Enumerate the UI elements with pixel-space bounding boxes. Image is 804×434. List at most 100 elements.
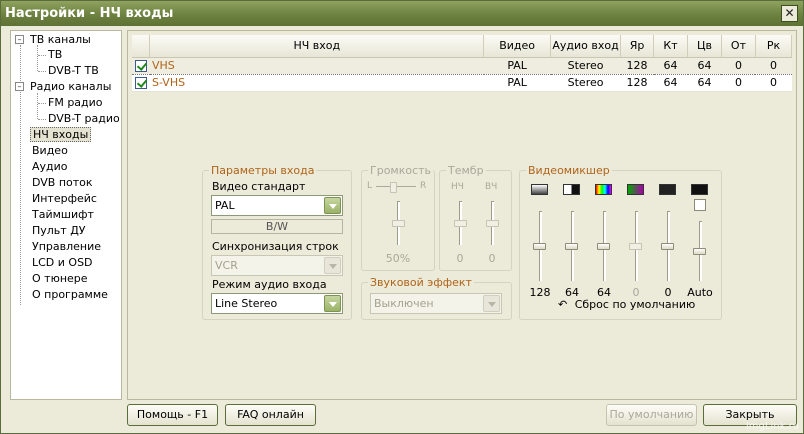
timbre-high-label: ВЧ: [485, 182, 498, 192]
video-std-select[interactable]: PAL: [211, 195, 343, 216]
column-header-contrast[interactable]: Кт: [653, 35, 688, 58]
volume-title: Громкость: [368, 164, 434, 177]
volume-slider-thumb[interactable]: [392, 220, 405, 227]
hue-icon: [627, 184, 644, 195]
input-params-group: Параметры входа Видео стандарт PAL B/W С…: [202, 164, 352, 320]
cell-hue: 0: [721, 74, 756, 92]
saturation-icon: [595, 184, 612, 195]
mixer-slider-thumb[interactable]: [661, 243, 674, 250]
low-value: 0: [456, 252, 464, 265]
reset-defaults-link[interactable]: ↶ Сброс по умолчанию: [558, 298, 695, 311]
volume-value: 50%: [385, 252, 411, 265]
high-value: 0: [488, 252, 496, 265]
tree-item-fm-radio[interactable]: FM радио: [48, 95, 103, 111]
cell-brightness: 128: [620, 74, 654, 92]
mixer-slider-thumb[interactable]: [693, 248, 706, 255]
timbre-title: Тембр: [446, 164, 486, 177]
tree-item-lcd-osd[interactable]: LCD и OSD: [32, 255, 93, 271]
audio-mode-value: Line Stereo: [215, 297, 278, 310]
help-button[interactable]: Помощь - F1: [127, 404, 218, 426]
timbre-group: Тембр НЧ ВЧ 0 0: [439, 164, 512, 271]
column-header-brightness[interactable]: Яр: [620, 35, 655, 58]
mixer-slider-thumb[interactable]: [565, 243, 578, 250]
table-header: НЧ вход Видео Аудио вход Яр Кт Цв От Рк: [132, 35, 793, 58]
audio-mode-select[interactable]: Line Stereo: [211, 293, 343, 314]
bw-toggle[interactable]: B/W: [211, 219, 343, 234]
tree-item-audio[interactable]: Аудио: [32, 159, 68, 175]
settings-window: Настройки - НЧ входы ✕ – ТВ каналы ТВ DV…: [0, 0, 804, 434]
balance-slider-thumb[interactable]: [390, 182, 397, 193]
auto-icon: [691, 184, 708, 195]
auto-checkbox[interactable]: [694, 199, 706, 211]
sound-effect-group: Звуковой эффект Выключен: [361, 276, 512, 320]
tree-item-radio-channels[interactable]: – Радио каналы: [15, 79, 111, 95]
high-slider-thumb[interactable]: [486, 220, 499, 227]
column-header-input[interactable]: НЧ вход: [149, 35, 485, 58]
tree-item-about-program[interactable]: О программе: [32, 287, 108, 303]
mixer-value: 128: [529, 286, 551, 299]
tree-item-dvb-stream[interactable]: DVB поток: [32, 175, 93, 191]
column-header-video[interactable]: Видео: [483, 35, 552, 58]
brightness-icon: [531, 184, 548, 195]
settings-tree: – ТВ каналы ТВ DVB-T ТВ – Радио каналы F…: [10, 30, 122, 400]
low-slider-thumb[interactable]: [454, 220, 467, 227]
video-std-value: PAL: [215, 199, 235, 212]
mixer-slider-thumb[interactable]: [629, 243, 642, 250]
video-std-label: Видео стандарт: [212, 180, 306, 193]
tree-guide-line: [37, 45, 38, 71]
tree-item-lf-inputs[interactable]: НЧ входы: [30, 127, 92, 143]
cell-hue: 0: [721, 56, 756, 75]
sync-label: Синхронизация строк: [212, 240, 339, 253]
close-icon[interactable]: ✕: [781, 5, 798, 22]
tree-item-dvbt-tv[interactable]: DVB-T ТВ: [48, 63, 99, 79]
table-row[interactable]: VHS PAL Stereo 128 64 64 0 0: [132, 56, 792, 75]
watermark: ImgLink.ru: [745, 421, 799, 432]
tree-branch: [38, 71, 46, 72]
sync-value: VCR: [215, 259, 238, 272]
tree-guide-line: [37, 93, 38, 119]
audio-mode-label: Режим аудио входа: [212, 278, 327, 291]
mixer-slider-thumb[interactable]: [533, 243, 546, 250]
tree-item-remote[interactable]: Пульт ДУ: [32, 223, 86, 239]
tree-item-dvbt-radio[interactable]: DVB-T радио: [48, 111, 120, 127]
column-header-color[interactable]: Цв: [687, 35, 722, 58]
chevron-down-icon[interactable]: [483, 295, 500, 312]
reset-defaults-label: Сброс по умолчанию: [574, 298, 696, 311]
tree-item-tv[interactable]: ТВ: [48, 47, 62, 63]
cell-sharpness: 0: [755, 74, 792, 92]
collapse-icon[interactable]: –: [15, 35, 24, 44]
enable-checkbox[interactable]: [134, 77, 147, 89]
tree-item-tv-channels[interactable]: – ТВ каналы: [15, 32, 91, 48]
title-bar[interactable]: Настройки - НЧ входы ✕: [1, 1, 803, 26]
cell-video: PAL: [483, 56, 551, 75]
chevron-down-icon[interactable]: [324, 197, 341, 214]
sound-effect-value: Выключен: [374, 297, 434, 310]
tree-item-about-tuner[interactable]: О тюнере: [32, 271, 88, 287]
settings-panel: НЧ вход Видео Аудио вход Яр Кт Цв От Рк …: [127, 30, 797, 400]
sound-effect-select[interactable]: Выключен: [370, 293, 502, 314]
column-header-audio[interactable]: Аудио вход: [550, 35, 622, 58]
chevron-down-icon[interactable]: [324, 295, 341, 312]
chevron-down-icon[interactable]: [324, 257, 341, 274]
input-params-title: Параметры входа: [209, 164, 317, 177]
table-row[interactable]: S-VHS PAL Stereo 128 64 64 0 0: [132, 74, 792, 92]
mixer-slider-thumb[interactable]: [597, 243, 610, 250]
input-name: S-VHS: [149, 74, 484, 92]
tree-item-control[interactable]: Управление: [32, 239, 101, 255]
tree-item-interface[interactable]: Интерфейс: [32, 191, 97, 207]
faq-button[interactable]: FAQ онлайн: [225, 404, 316, 426]
tree-branch: [38, 103, 46, 104]
cell-brightness: 128: [620, 56, 654, 75]
tree-item-video[interactable]: Видео: [32, 143, 68, 159]
volume-group: Громкость L R 50%: [361, 164, 435, 271]
column-header-sharpness[interactable]: Рк: [755, 35, 793, 58]
sync-select[interactable]: VCR: [211, 255, 343, 276]
enable-checkbox[interactable]: [134, 60, 147, 72]
defaults-button[interactable]: По умолчанию: [606, 404, 697, 426]
cell-contrast: 64: [653, 74, 688, 92]
tree-item-timeshift[interactable]: Таймшифт: [32, 207, 94, 223]
collapse-icon[interactable]: –: [15, 82, 24, 91]
column-header-hue[interactable]: От: [721, 35, 756, 58]
window-title: Настройки - НЧ входы: [5, 6, 174, 21]
balance-right-label: R: [420, 181, 427, 191]
